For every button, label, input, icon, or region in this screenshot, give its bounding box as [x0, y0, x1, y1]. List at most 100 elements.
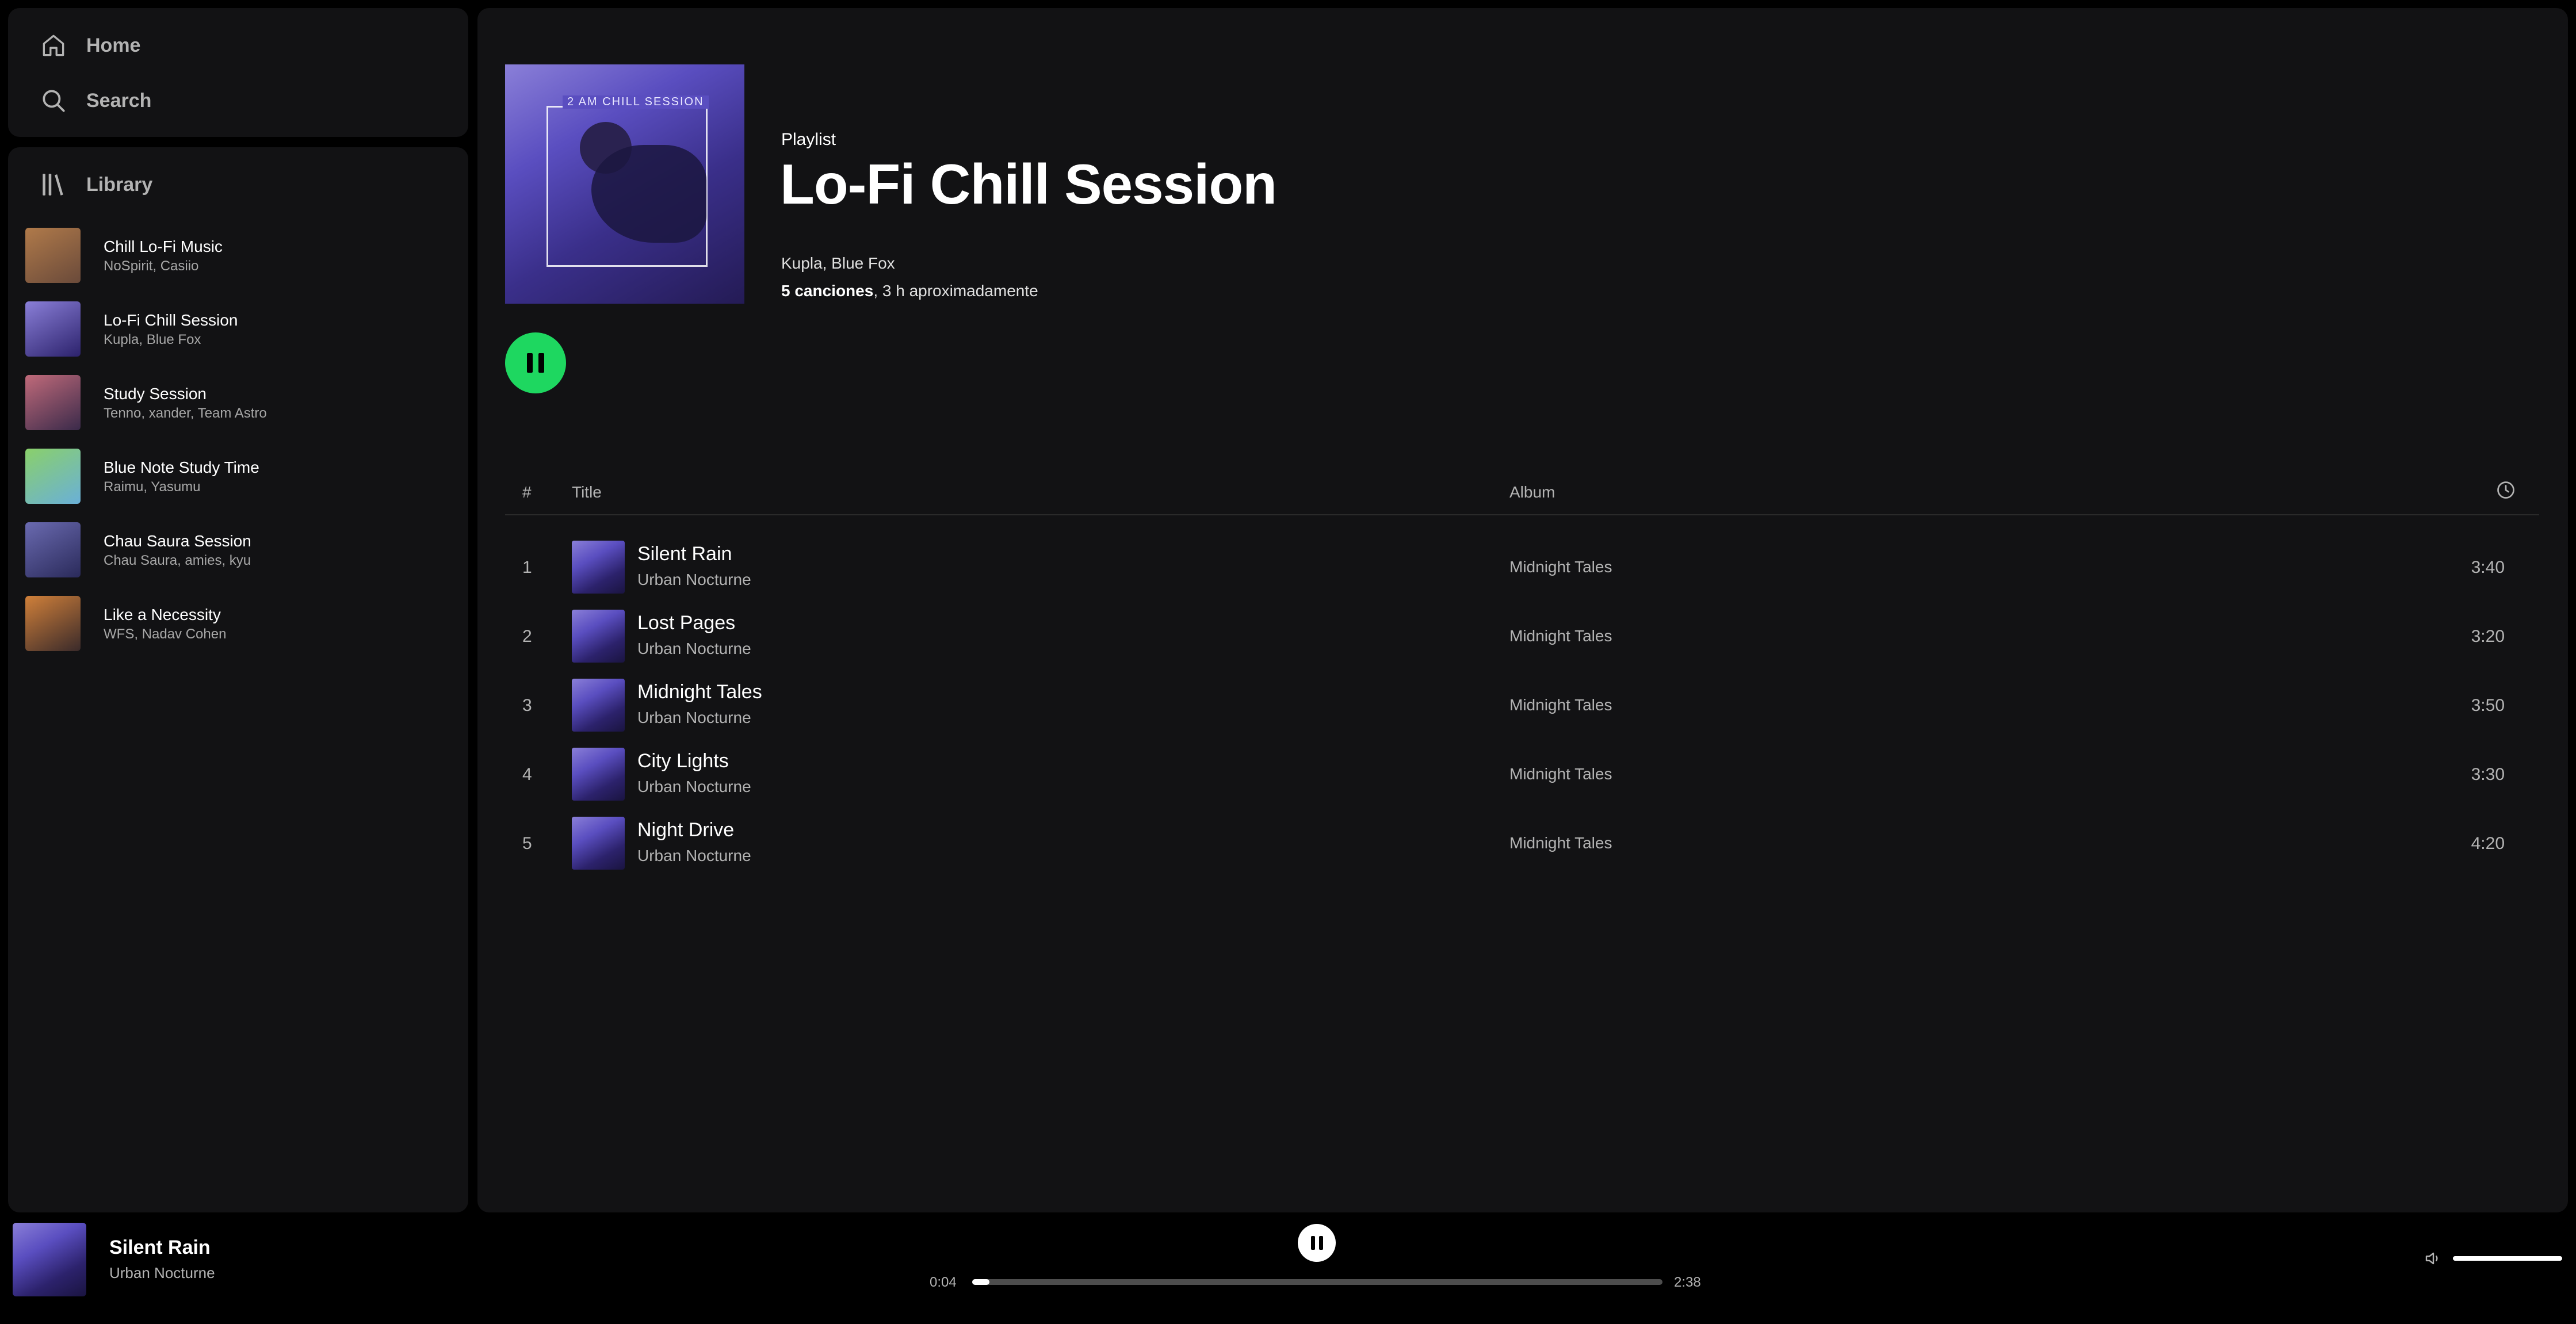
library-item[interactable]: Like a Necessity WFS, Nadav Cohen	[25, 587, 451, 660]
track-title: Lost Pages	[637, 612, 736, 634]
track-row[interactable]: 5 Night Drive Urban Nocturne Midnight Ta…	[505, 809, 2539, 878]
column-album: Album	[1509, 483, 1555, 501]
nav-search-label: Search	[86, 89, 152, 112]
library-item-subtitle: Chau Saura, amies, kyu	[104, 553, 251, 568]
column-number: #	[522, 483, 532, 501]
playlist-duration: , 3 h aproximadamente	[873, 282, 1038, 300]
library-header[interactable]: Library	[39, 170, 152, 199]
volume-fill	[2453, 1256, 2562, 1261]
track-number: 2	[522, 627, 532, 646]
track-title: Silent Rain	[637, 543, 732, 565]
playlist-type: Playlist	[781, 130, 836, 149]
library-item-name: Like a Necessity	[104, 606, 221, 623]
library-item[interactable]: Chau Saura Session Chau Saura, amies, ky…	[25, 513, 451, 587]
library-item-subtitle: Kupla, Blue Fox	[104, 332, 201, 347]
track-title: Night Drive	[637, 819, 735, 841]
progress-bar[interactable]	[972, 1279, 1662, 1285]
playlist-meta: 5 canciones, 3 h aproximadamente	[781, 282, 1038, 300]
playlist-artists: Kupla, Blue Fox	[781, 254, 895, 272]
track-number: 3	[522, 696, 532, 715]
track-thumbnail	[572, 610, 625, 663]
track-artist[interactable]: Urban Nocturne	[637, 640, 751, 658]
nav-search[interactable]: Search	[39, 86, 151, 115]
track-artist[interactable]: Urban Nocturne	[637, 778, 751, 796]
track-row[interactable]: 3 Midnight Tales Urban Nocturne Midnight…	[505, 671, 2539, 740]
page-title: Lo-Fi Chill Session	[780, 152, 1277, 216]
playlist-thumbnail	[25, 449, 81, 504]
library-title: Library	[86, 173, 153, 196]
elapsed-time: 0:04	[930, 1275, 957, 1290]
track-title: Midnight Tales	[637, 681, 762, 703]
library-icon	[43, 174, 63, 196]
library-item[interactable]: Chill Lo-Fi Music NoSpirit, Casiio	[25, 219, 451, 292]
track-album[interactable]: Midnight Tales	[1509, 558, 1612, 576]
track-thumbnail	[572, 817, 625, 870]
total-time: 2:38	[1674, 1275, 1701, 1290]
track-number: 1	[522, 558, 532, 577]
library-item-subtitle: NoSpirit, Casiio	[104, 258, 199, 274]
track-album[interactable]: Midnight Tales	[1509, 627, 1612, 645]
playlist-thumbnail	[25, 375, 81, 430]
library-list: Chill Lo-Fi Music NoSpirit, Casiio Lo-Fi…	[25, 219, 451, 660]
track-thumbnail	[572, 679, 625, 732]
track-duration: 3:40	[2471, 558, 2505, 577]
track-table-header: # Title Album	[505, 477, 2539, 515]
library-item-subtitle: Raimu, Yasumu	[104, 479, 201, 495]
track-artist[interactable]: Urban Nocturne	[637, 571, 751, 589]
player-bar: Silent Rain Urban Nocturne 0:04 2:38	[0, 1212, 2576, 1324]
track-artist[interactable]: Urban Nocturne	[637, 709, 751, 727]
library-item-subtitle: Tenno, xander, Team Astro	[104, 405, 267, 421]
library-item-name: Lo-Fi Chill Session	[104, 311, 238, 329]
now-playing-title[interactable]: Silent Rain	[109, 1237, 211, 1259]
track-row[interactable]: 2 Lost Pages Urban Nocturne Midnight Tal…	[505, 602, 2539, 671]
playlist-cover: 2 AM CHILL SESSION	[505, 64, 744, 304]
nav-panel: Home Search	[8, 8, 468, 137]
now-playing-artist[interactable]: Urban Nocturne	[109, 1264, 215, 1282]
volume-slider[interactable]	[2453, 1256, 2562, 1261]
library-item[interactable]: Lo-Fi Chill Session Kupla, Blue Fox	[25, 292, 451, 366]
pause-button[interactable]	[505, 332, 566, 393]
library-item-name: Chau Saura Session	[104, 532, 251, 550]
playlist-thumbnail	[25, 596, 81, 651]
song-count: 5 canciones	[781, 282, 874, 300]
playlist-thumbnail	[25, 522, 81, 577]
track-duration: 4:20	[2471, 834, 2505, 853]
track-artist[interactable]: Urban Nocturne	[637, 847, 751, 865]
track-title: City Lights	[637, 750, 729, 772]
library-item[interactable]: Blue Note Study Time Raimu, Yasumu	[25, 439, 451, 513]
search-icon	[43, 90, 65, 112]
progress-fill	[972, 1279, 989, 1285]
track-duration: 3:50	[2471, 696, 2505, 715]
library-item-subtitle: WFS, Nadav Cohen	[104, 626, 227, 642]
cover-text: 2 AM CHILL SESSION	[563, 95, 709, 109]
library-panel: Library Chill Lo-Fi Music NoSpirit, Casi…	[8, 147, 468, 1212]
track-duration: 3:30	[2471, 765, 2505, 784]
playlist-thumbnail	[25, 228, 81, 283]
track-album[interactable]: Midnight Tales	[1509, 765, 1612, 783]
playlist-thumbnail	[25, 301, 81, 357]
track-album[interactable]: Midnight Tales	[1509, 696, 1612, 714]
volume-icon[interactable]	[2423, 1248, 2444, 1269]
track-row[interactable]: 1 Silent Rain Urban Nocturne Midnight Ta…	[505, 533, 2539, 602]
library-item-name: Chill Lo-Fi Music	[104, 238, 223, 255]
track-thumbnail	[572, 748, 625, 801]
library-item-name: Study Session	[104, 385, 207, 403]
track-thumbnail	[572, 541, 625, 594]
track-album[interactable]: Midnight Tales	[1509, 834, 1612, 852]
track-list: 1 Silent Rain Urban Nocturne Midnight Ta…	[505, 533, 2539, 878]
nav-home[interactable]: Home	[39, 31, 140, 60]
library-item-name: Blue Note Study Time	[104, 458, 259, 476]
main-panel: 2 AM CHILL SESSION Playlist Lo-Fi Chill …	[477, 8, 2568, 1212]
player-pause-button[interactable]	[1298, 1224, 1336, 1262]
track-duration: 3:20	[2471, 627, 2505, 646]
pause-icon	[1310, 1236, 1323, 1250]
nav-home-label: Home	[86, 34, 141, 56]
track-row[interactable]: 4 City Lights Urban Nocturne Midnight Ta…	[505, 740, 2539, 809]
clock-icon	[2497, 481, 2514, 499]
pause-icon	[527, 353, 544, 373]
track-number: 4	[522, 765, 532, 784]
home-icon	[43, 35, 64, 56]
library-item[interactable]: Study Session Tenno, xander, Team Astro	[25, 366, 451, 439]
now-playing-thumbnail[interactable]	[13, 1223, 86, 1296]
track-number: 5	[522, 834, 532, 853]
